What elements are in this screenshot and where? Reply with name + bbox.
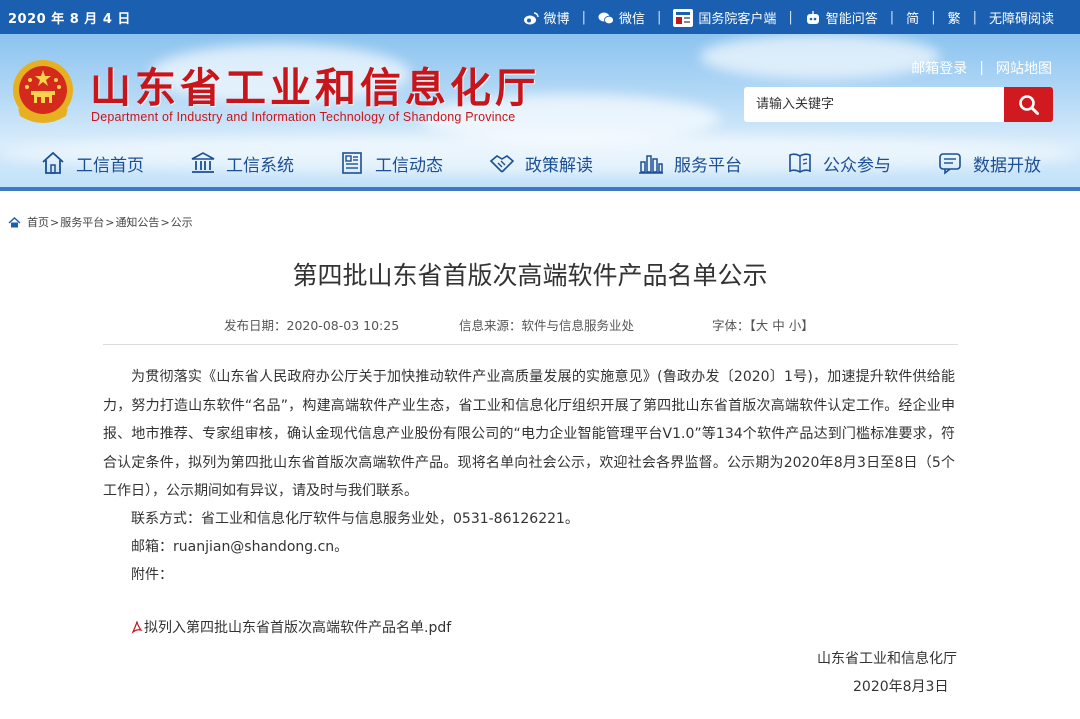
news-icon (342, 152, 362, 174)
smart-qa-link[interactable]: 智能问答 (805, 8, 878, 27)
cloud-decoration (700, 34, 940, 79)
separator: | (581, 10, 586, 25)
email-info: 邮箱：ruanjian@shandong.cn。 (131, 539, 349, 555)
state-council-app-icon (673, 8, 694, 27)
article-title: 第四批山东省首版次高端软件产品名单公示 (292, 261, 768, 290)
breadcrumb: 首页 > 服务平台 > 通知公告 > 公示 (8, 214, 194, 230)
wechat-link[interactable]: 微信 (598, 8, 645, 27)
nav-item-participation[interactable]: 公众参与 (787, 150, 891, 176)
nav-item-news[interactable]: 工信动态 (339, 150, 443, 176)
nav-label: 工信系统 (226, 155, 294, 176)
smart-qa-label: 智能问答 (825, 12, 878, 27)
contact-info: 联系方式：省工业和信息化厅软件与信息服务业处，0531-86126221。 (131, 511, 579, 527)
breadcrumb-separator: > (160, 215, 170, 229)
separator: | (931, 10, 936, 25)
national-emblem-logo (13, 60, 73, 123)
separator: | (979, 60, 984, 76)
attachment-filename: 拟列入第四批山东省首版次高端软件产品名单.pdf (144, 620, 452, 636)
home-icon (42, 151, 64, 174)
traditional-label: 繁 (947, 12, 961, 27)
weibo-icon (523, 11, 539, 24)
nav-label: 政策解读 (525, 155, 593, 176)
current-date: 2020 年 8 月 4 日 (8, 12, 131, 27)
breadcrumb-service[interactable]: 服务平台 (60, 214, 104, 230)
breadcrumb-current[interactable]: 公示 (171, 214, 193, 230)
breadcrumb-separator: > (105, 215, 115, 229)
chat-icon (939, 153, 961, 175)
header-links: 邮箱登录 | 网站地图 (911, 58, 1052, 78)
state-council-app-label: 国务院客户端 (698, 12, 777, 27)
article-paragraph: 为贯彻落实《山东省人民政府办公厅关于加快推动软件产业高质量发展的实施意见》(鲁政… (103, 369, 955, 499)
nav-item-open-data[interactable]: 数据开放 (937, 150, 1041, 176)
nav-bottom-border (0, 187, 1080, 191)
wechat-label: 微信 (618, 12, 645, 27)
accessibility-link[interactable]: 无障碍阅读 (989, 8, 1054, 27)
accessibility-label: 无障碍阅读 (988, 12, 1054, 27)
info-source: 信息来源：软件与信息服务业处 (459, 318, 635, 333)
search-icon (1018, 94, 1039, 115)
handshake-icon (489, 155, 515, 173)
nav-item-system[interactable]: 工信系统 (190, 150, 294, 176)
attachment-label: 附件： (131, 567, 173, 583)
signer: 山东省工业和信息化厅 (817, 651, 957, 667)
article-body: 为贯彻落实《山东省人民政府办公厅关于加快推动软件产业高质量发展的实施意见》(鲁政… (103, 363, 955, 506)
nav-label: 工信动态 (375, 155, 443, 176)
publish-date: 发布日期：2020-08-03 10:25 (224, 318, 400, 333)
breadcrumb-separator: > (50, 215, 60, 229)
separator: | (788, 10, 793, 25)
search-input[interactable] (744, 87, 1004, 122)
sign-date: 2020年8月3日 (853, 679, 949, 695)
nav-item-policy[interactable]: 政策解读 (489, 150, 593, 176)
search-box (744, 87, 1053, 122)
site-title-english: Department of Industry and Information T… (91, 110, 516, 124)
site-title: 山东省工业和信息化厅 (90, 64, 540, 112)
nav-label: 公众参与 (823, 155, 891, 176)
weibo-label: 微博 (543, 12, 570, 27)
separator: | (889, 10, 895, 25)
nav-label: 工信首页 (76, 155, 144, 176)
separator: | (972, 10, 977, 25)
simplified-link[interactable]: 简 (906, 8, 919, 27)
sitemap-link[interactable]: 网站地图 (996, 58, 1052, 78)
state-council-app-link[interactable]: 国务院客户端 (673, 8, 776, 27)
nav-item-home[interactable]: 工信首页 (40, 150, 144, 176)
nav-item-service[interactable]: 服务平台 (638, 150, 742, 176)
traditional-link[interactable]: 繁 (948, 8, 961, 27)
nav-label: 服务平台 (674, 155, 742, 176)
separator: | (656, 10, 662, 25)
breadcrumb-home[interactable]: 首页 (27, 214, 49, 230)
font-size-control[interactable]: 字体：【大 中 小】 (712, 315, 814, 334)
city-chart-icon (639, 155, 663, 174)
attachment-link[interactable]: 拟列入第四批山东省首版次高端软件产品名单.pdf (131, 617, 451, 637)
book-icon (789, 153, 811, 173)
top-bar: 2020 年 8 月 4 日 微博 | 微信 | 国务院客户端 | 智能问答 |… (0, 0, 1080, 34)
nav-label: 数据开放 (973, 155, 1041, 176)
simplified-label: 简 (906, 12, 920, 27)
search-button[interactable] (1004, 87, 1053, 122)
wechat-icon (598, 12, 614, 24)
meta-divider (103, 344, 958, 345)
site-header: 山东省工业和信息化厅 Department of Industry and In… (0, 34, 1080, 191)
top-links: 微博 | 微信 | 国务院客户端 | 智能问答 | 简 | 繁 | 无障碍阅读 (523, 8, 1054, 27)
main-nav: 工信首页 工信系统 工信动态 政策解读 服务平台 公众参与 数据开放 (0, 146, 1080, 186)
weibo-link[interactable]: 微博 (523, 8, 570, 27)
home-icon (8, 216, 21, 227)
robot-icon (806, 10, 819, 24)
mail-login-link[interactable]: 邮箱登录 (911, 58, 967, 78)
breadcrumb-notices[interactable]: 通知公告 (115, 214, 159, 230)
pdf-icon (131, 620, 143, 634)
building-icon (191, 152, 215, 173)
